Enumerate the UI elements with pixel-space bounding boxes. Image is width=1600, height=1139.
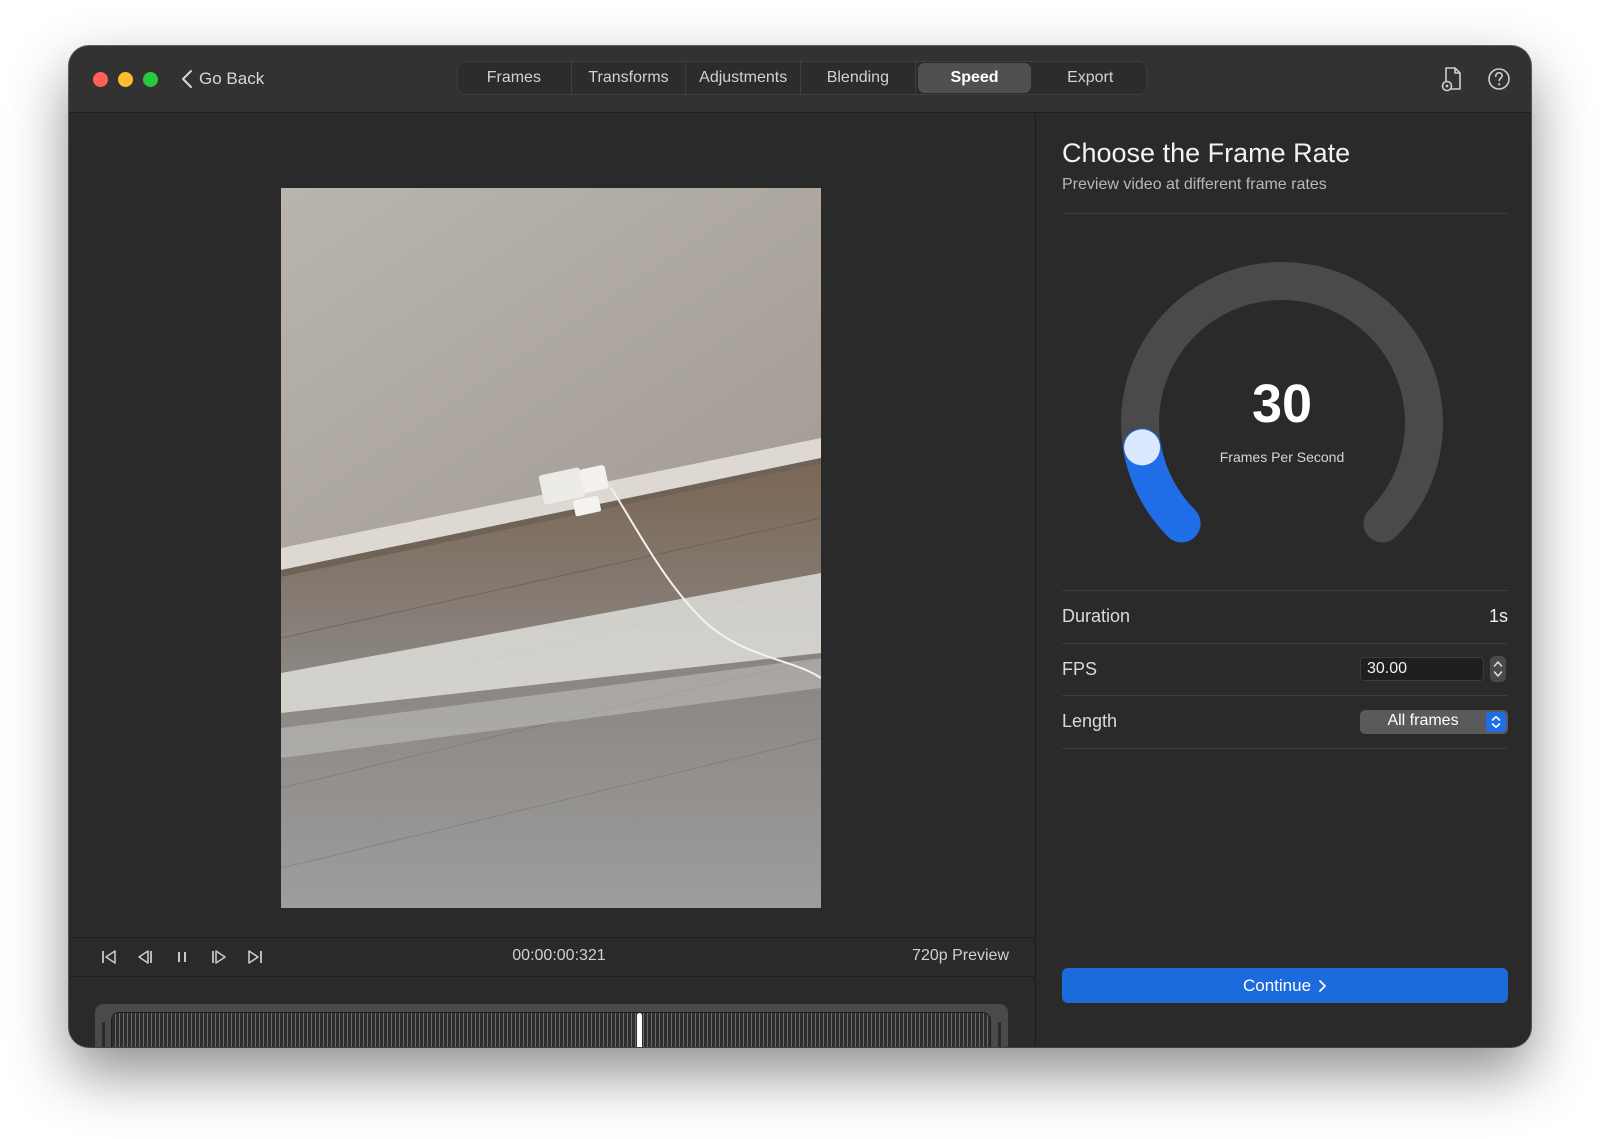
tab-adjustments[interactable]: Adjustments (686, 61, 802, 95)
gauge-unit-label: Frames Per Second (1219, 449, 1345, 465)
trim-handle-end[interactable] (998, 1022, 1001, 1047)
panel-title: Choose the Frame Rate (1062, 138, 1351, 168)
close-window-button[interactable] (93, 72, 108, 87)
fps-label: FPS (1062, 659, 1098, 679)
section-tabs: Frames Transforms Adjustments Blending S… (457, 61, 1147, 95)
preview-pane: 00:00:00:321 720p Preview (69, 113, 1035, 1047)
length-label: Length (1062, 711, 1118, 731)
speed-panel: Choose the Frame Rate Preview video at d… (1035, 113, 1531, 1047)
divider (1062, 748, 1508, 749)
fps-row: FPS (1062, 644, 1508, 696)
step-back-icon[interactable] (135, 947, 155, 967)
go-back-label: Go Back (199, 69, 265, 88)
trim-handle-start[interactable] (102, 1022, 105, 1047)
video-preview (281, 188, 821, 908)
tab-transforms[interactable]: Transforms (572, 61, 687, 95)
tab-blending[interactable]: Blending (801, 61, 916, 95)
tab-frames[interactable]: Frames (457, 61, 572, 95)
help-icon[interactable] (1484, 64, 1514, 94)
panel-subtitle: Preview video at different frame rates (1062, 176, 1327, 193)
chevron-right-icon (1319, 979, 1326, 992)
length-select[interactable]: All frames (1360, 710, 1508, 734)
chevron-left-icon (182, 70, 192, 88)
skip-to-start-icon[interactable] (99, 947, 119, 967)
app-window: Go Back Frames Transforms Adjustments Bl… (69, 46, 1531, 1047)
continue-button[interactable]: Continue (1062, 968, 1508, 1003)
go-back-button[interactable]: Go Back (181, 66, 264, 92)
minimize-window-button[interactable] (118, 72, 133, 87)
continue-label: Continue (1242, 975, 1312, 995)
fps-input[interactable] (1360, 657, 1484, 681)
duration-value: 1s (1488, 606, 1508, 626)
transport-bar: 00:00:00:321 720p Preview (69, 937, 1035, 977)
timeline-frames-track[interactable] (111, 1012, 991, 1047)
tab-export[interactable]: Export (1033, 61, 1147, 95)
divider (1062, 213, 1508, 214)
duration-row: Duration 1s (1062, 591, 1508, 643)
gauge-value: 30 (1251, 374, 1313, 434)
frame-rate-gauge[interactable]: 30 Frames Per Second (1102, 243, 1462, 603)
video-frame-image (281, 188, 821, 908)
stepper-arrows-icon (1493, 661, 1503, 677)
length-row: Length All frames (1062, 696, 1508, 748)
fps-stepper[interactable] (1490, 656, 1506, 682)
step-forward-icon[interactable] (209, 947, 229, 967)
chevron-up-down-icon (1486, 712, 1506, 732)
timecode-display: 00:00:00:321 (512, 947, 606, 964)
skip-to-end-icon[interactable] (245, 947, 265, 967)
document-settings-icon[interactable] (1437, 64, 1467, 94)
title-bar: Go Back Frames Transforms Adjustments Bl… (69, 46, 1531, 113)
duration-label: Duration (1062, 606, 1131, 626)
pause-icon[interactable] (172, 947, 192, 967)
playhead[interactable] (637, 1013, 642, 1047)
length-select-value: All frames (1387, 712, 1459, 729)
maximize-window-button[interactable] (143, 72, 158, 87)
timeline-scrubber[interactable] (95, 1004, 1008, 1047)
preview-quality-label: 720p Preview (912, 947, 1009, 964)
tab-speed[interactable]: Speed (917, 63, 1032, 93)
